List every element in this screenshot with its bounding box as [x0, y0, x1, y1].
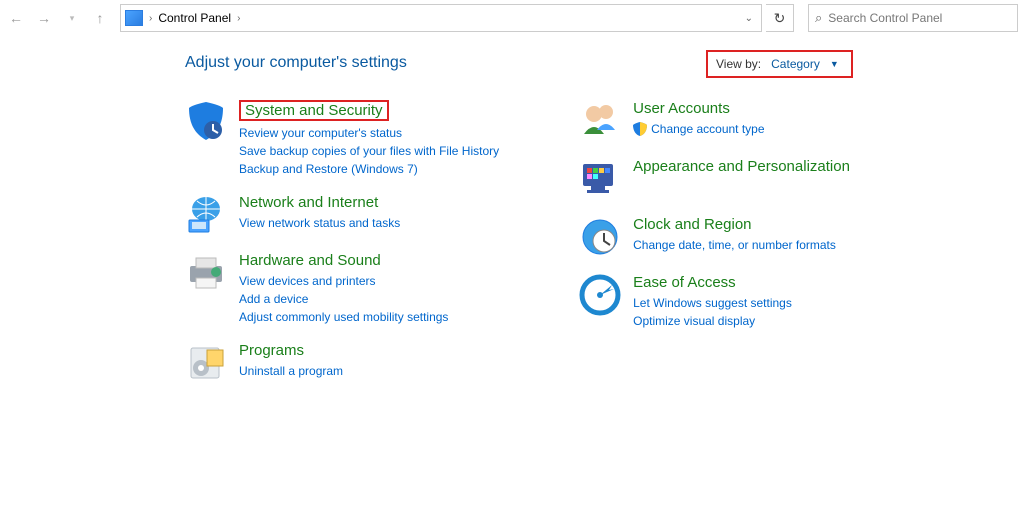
address-bar-row: ← → ▾ ↑ › Control Panel › ⌄ ↻ ⌕	[0, 0, 1024, 36]
clock-icon	[579, 216, 621, 258]
breadcrumb-sep-icon: ›	[149, 13, 152, 24]
category-link[interactable]: View network status and tasks	[239, 214, 400, 232]
category-heading-clock-and-region[interactable]: Clock and Region	[633, 216, 751, 233]
category-ease-of-access: Ease of Access Let Windows suggest settin…	[579, 274, 850, 330]
category-link[interactable]: Backup and Restore (Windows 7)	[239, 160, 418, 178]
search-box[interactable]: ⌕	[808, 4, 1018, 32]
category-clock-and-region: Clock and Region Change date, time, or nu…	[579, 216, 850, 258]
category-heading-ease-of-access[interactable]: Ease of Access	[633, 274, 736, 291]
category-link[interactable]: View devices and printers	[239, 272, 376, 290]
view-by-selector[interactable]: View by: Category ▼	[706, 50, 853, 78]
category-heading-user-accounts[interactable]: User Accounts	[633, 100, 730, 117]
category-appearance-and-personalization: Appearance and Personalization	[579, 158, 850, 200]
refresh-button[interactable]: ↻	[766, 4, 794, 32]
up-button[interactable]: ↑	[88, 6, 112, 30]
category-link[interactable]: Adjust commonly used mobility settings	[239, 308, 448, 326]
page-title: Adjust your computer's settings	[185, 54, 1004, 72]
category-link[interactable]: Change account type	[651, 120, 764, 138]
category-link[interactable]: Review your computer's status	[239, 124, 402, 142]
category-user-accounts: User Accounts Change account type	[579, 100, 850, 142]
address-dropdown-icon[interactable]: ⌄	[745, 13, 753, 24]
back-button[interactable]: ←	[4, 6, 28, 30]
category-link[interactable]: Change date, time, or number formats	[633, 236, 836, 254]
appearance-icon	[579, 158, 621, 200]
category-programs: Programs Uninstall a program	[185, 342, 499, 384]
breadcrumb-sep-icon: ›	[237, 13, 240, 24]
search-icon: ⌕	[815, 10, 822, 26]
chevron-down-icon: ▼	[830, 59, 839, 69]
category-link[interactable]: Save backup copies of your files with Fi…	[239, 142, 499, 160]
category-system-and-security: System and Security Review your computer'…	[185, 100, 499, 178]
forward-button[interactable]: →	[32, 6, 56, 30]
programs-icon	[185, 342, 227, 384]
category-heading-hardware-and-sound[interactable]: Hardware and Sound	[239, 252, 381, 269]
category-hardware-and-sound: Hardware and Sound View devices and print…	[185, 252, 499, 326]
address-bar[interactable]: › Control Panel › ⌄	[120, 4, 762, 32]
printer-icon	[185, 252, 227, 294]
category-heading-system-and-security[interactable]: System and Security	[239, 100, 389, 121]
category-link[interactable]: Uninstall a program	[239, 362, 343, 380]
ease-icon	[579, 274, 621, 316]
category-heading-programs[interactable]: Programs	[239, 342, 304, 359]
control-panel-mini-icon	[125, 10, 143, 26]
view-by-value[interactable]: Category	[771, 57, 820, 71]
view-by-label: View by:	[716, 57, 761, 71]
breadcrumb-control-panel[interactable]: Control Panel	[158, 11, 231, 25]
category-link[interactable]: Optimize visual display	[633, 312, 755, 330]
network-icon	[185, 194, 227, 236]
category-heading-appearance-and-personalization[interactable]: Appearance and Personalization	[633, 158, 850, 175]
category-heading-network-and-internet[interactable]: Network and Internet	[239, 194, 378, 211]
users-icon	[579, 100, 621, 142]
search-input[interactable]	[828, 11, 1011, 25]
category-network-and-internet: Network and Internet View network status …	[185, 194, 499, 236]
uac-shield-icon	[633, 122, 647, 136]
recent-dropdown[interactable]: ▾	[60, 6, 84, 30]
category-link[interactable]: Add a device	[239, 290, 308, 308]
shield-icon	[185, 100, 227, 142]
category-link[interactable]: Let Windows suggest settings	[633, 294, 792, 312]
